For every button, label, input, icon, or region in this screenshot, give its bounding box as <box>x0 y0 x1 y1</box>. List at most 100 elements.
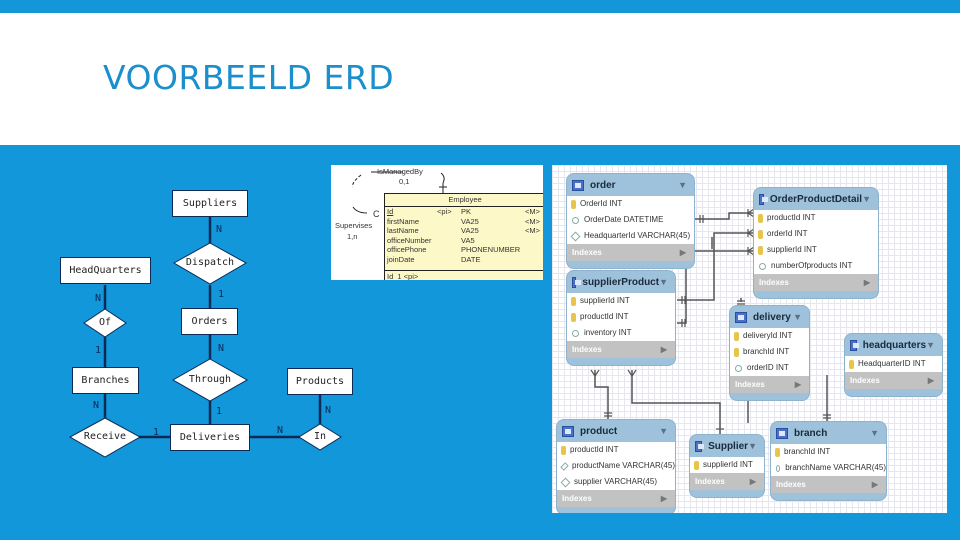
table-column: HeadquarterId VARCHAR(45) <box>567 228 694 244</box>
table-headquarters[interactable]: headquarters ▼ HeadquarterID INT Indexes… <box>845 334 942 396</box>
expand-arrow-icon[interactable]: ▶ <box>661 341 667 358</box>
table-column: branchId INT <box>730 344 809 360</box>
collapse-arrow-icon[interactable]: ▼ <box>926 340 935 350</box>
column-name: firstName <box>387 216 420 226</box>
column-text: OrderDate DATETIME <box>584 215 664 224</box>
table-header[interactable]: product ▼ <box>557 420 675 442</box>
expand-arrow-icon[interactable]: ▶ <box>928 372 934 389</box>
column-circle-icon <box>776 464 781 472</box>
self-relation-label: IsManagedBy <box>377 167 423 176</box>
table-name: OrderProductDetail <box>769 193 863 205</box>
expand-arrow-icon[interactable]: ▶ <box>795 376 801 393</box>
column-text: supplier VARCHAR(45) <box>574 477 657 486</box>
rel-in-label: In <box>313 431 327 442</box>
table-column: productId INT <box>567 309 675 325</box>
table-supplier-product[interactable]: supplierProduct ▼ supplierId INT product… <box>567 271 675 365</box>
indexes-section[interactable]: Indexes ▶ <box>567 341 675 358</box>
table-icon <box>572 276 582 288</box>
table-icon <box>735 311 747 323</box>
table-name: branch <box>794 427 828 439</box>
column-flag: <M> <box>525 207 541 216</box>
collapse-arrow-icon[interactable]: ▼ <box>659 426 668 436</box>
collapse-arrow-icon[interactable]: ▼ <box>659 277 668 287</box>
workbench-eer-canvas: order ▼ OrderId INT OrderDate DATETIME H… <box>552 165 947 513</box>
primary-key-icon <box>571 199 576 209</box>
table-column: inventory INT <box>567 325 675 341</box>
column-type: VA25 <box>461 226 479 235</box>
table-column: branchId INT <box>771 444 886 460</box>
table-header[interactable]: branch ▼ <box>771 422 886 444</box>
indexes-section[interactable]: Indexes ▶ <box>845 372 942 389</box>
employee-column: Id <pi> PK <M> <box>385 207 543 217</box>
employee-diagram: IsManagedBy 0,1 C Supervises 1,n Employe… <box>331 165 543 280</box>
column-text: productId INT <box>570 445 619 454</box>
table-column: productId INT <box>557 442 675 458</box>
indexes-section[interactable]: Indexes ▶ <box>557 490 675 507</box>
column-text: HeadquarterID INT <box>858 359 926 368</box>
table-header[interactable]: order ▼ <box>567 174 694 196</box>
employee-identifier: Id_1 <pi> <box>385 270 543 280</box>
indexes-section[interactable]: Indexes ▶ <box>690 473 764 490</box>
collapse-arrow-icon[interactable]: ▼ <box>748 441 757 451</box>
indexes-section[interactable]: Indexes ▶ <box>771 476 886 493</box>
collapse-arrow-icon[interactable]: ▼ <box>793 312 802 322</box>
column-type: DATE <box>461 254 481 264</box>
table-branch[interactable]: branch ▼ branchId INT branchName VARCHAR… <box>771 422 886 500</box>
indexes-label: Indexes <box>776 480 806 489</box>
table-product[interactable]: product ▼ productId INT productName VARC… <box>557 420 675 513</box>
top-accent-bar <box>0 0 960 13</box>
expand-arrow-icon[interactable]: ▶ <box>864 274 870 291</box>
table-column: supplierId INT <box>754 242 878 258</box>
expand-arrow-icon[interactable]: ▶ <box>872 476 878 493</box>
expand-arrow-icon[interactable]: ▶ <box>661 490 667 507</box>
table-header[interactable]: delivery ▼ <box>730 306 809 328</box>
table-header[interactable]: headquarters ▼ <box>845 334 942 356</box>
employee-column: joinDate DATE <box>385 255 543 265</box>
table-icon <box>759 193 768 205</box>
indexes-section[interactable]: Indexes ▶ <box>567 244 694 261</box>
table-delivery[interactable]: delivery ▼ deliveryId INT branchId INT o… <box>730 306 809 400</box>
indexes-section[interactable]: Indexes ▶ <box>730 376 809 393</box>
primary-key-icon <box>694 460 699 470</box>
table-icon <box>695 440 705 452</box>
collapse-arrow-icon[interactable]: ▼ <box>862 194 871 204</box>
indexes-section[interactable]: Indexes ▶ <box>754 274 878 291</box>
table-header[interactable]: Supplier ▼ <box>690 435 764 457</box>
table-name: order <box>590 179 616 191</box>
expand-arrow-icon[interactable]: ▶ <box>750 473 756 490</box>
collapse-arrow-icon[interactable]: ▼ <box>870 428 879 438</box>
collapse-arrow-icon[interactable]: ▼ <box>678 180 687 190</box>
table-column: HeadquarterID INT <box>845 356 942 372</box>
column-text: branchId INT <box>784 447 831 456</box>
column-text: branchName VARCHAR(45) <box>785 463 886 472</box>
table-name: product <box>580 425 618 437</box>
rel-through-label: Through <box>188 374 232 385</box>
column-text: productId INT <box>580 312 629 321</box>
table-order-product-detail[interactable]: OrderProductDetail ▼ productId INT order… <box>754 188 878 298</box>
table-header[interactable]: OrderProductDetail ▼ <box>754 188 878 210</box>
table-name: headquarters <box>862 339 927 351</box>
employee-column: firstName VA25 <M> <box>385 217 543 227</box>
table-icon <box>572 179 584 191</box>
column-diamond-icon <box>570 231 581 241</box>
column-text: supplierId INT <box>767 245 817 254</box>
column-name: Id <box>387 207 394 216</box>
column-circle-icon <box>572 329 579 337</box>
slide-title: VOORBEELD ERD <box>103 58 395 97</box>
table-name: Supplier <box>708 440 749 452</box>
employee-entity-title: Employee <box>385 194 543 207</box>
table-column: numberOfproducts INT <box>754 258 878 274</box>
column-text: supplierId INT <box>703 460 753 469</box>
table-icon <box>562 425 574 437</box>
entity-branches: Branches <box>72 367 139 394</box>
table-column: orderID INT <box>730 360 809 376</box>
table-supplier[interactable]: Supplier ▼ supplierId INT Indexes ▶ <box>690 435 764 497</box>
table-header[interactable]: supplierProduct ▼ <box>567 271 675 293</box>
table-name: delivery <box>753 311 791 323</box>
expand-arrow-icon[interactable]: ▶ <box>680 244 686 261</box>
entity-orders: Orders <box>181 308 238 335</box>
column-text: HeadquarterId VARCHAR(45) <box>584 231 691 240</box>
table-order[interactable]: order ▼ OrderId INT OrderDate DATETIME H… <box>567 174 694 268</box>
table-column: supplierId INT <box>567 293 675 309</box>
table-column: productName VARCHAR(45) <box>557 458 675 474</box>
